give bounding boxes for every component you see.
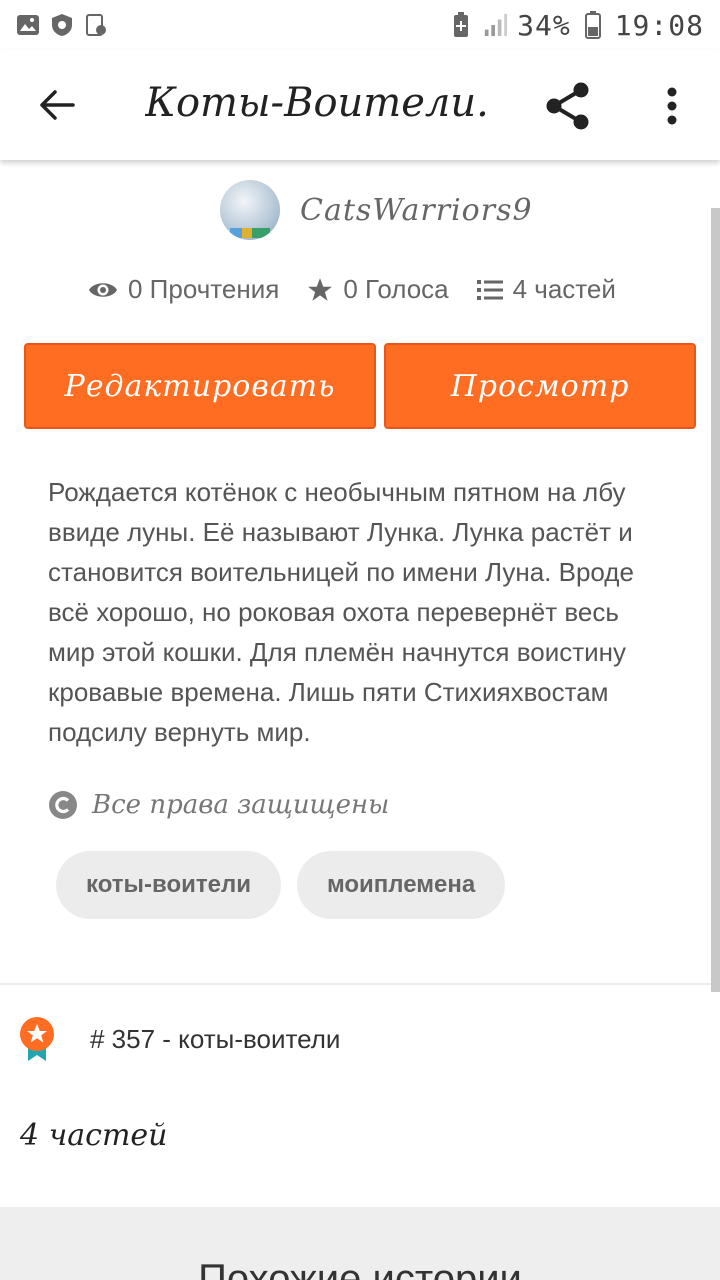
back-button[interactable] [32, 80, 82, 130]
parts-count: 4 частей [512, 274, 616, 304]
divider [0, 983, 711, 985]
list-icon [476, 279, 503, 300]
battery-saver-icon [449, 12, 473, 37]
page-title: Коты-Воители. П... [145, 80, 495, 126]
share-icon [546, 82, 589, 130]
more-vert-icon [667, 87, 677, 125]
copyright-icon [49, 791, 77, 819]
copyright-row: Все права защищены [48, 790, 389, 820]
ranking-badge-icon [20, 1017, 54, 1061]
votes-stat: 0 Голоса [307, 274, 449, 305]
clock: 19:08 [614, 8, 704, 42]
tag-chip[interactable]: моиплемена [296, 851, 506, 919]
reads-count: 0 Прочтения [128, 274, 280, 304]
reads-stat: 0 Прочтения [88, 274, 279, 305]
view-button[interactable]: Просмотр [384, 343, 696, 429]
scrollbar[interactable] [711, 208, 720, 992]
gallery-icon [16, 13, 40, 37]
more-options-button[interactable] [650, 78, 694, 134]
status-right: 34% 19:08 [449, 9, 704, 42]
tag-chip[interactable]: коты-воители [56, 851, 281, 919]
app-bar: Коты-Воители. П... [0, 50, 720, 160]
edit-button[interactable]: Редактировать [24, 343, 376, 429]
avatar[interactable] [220, 180, 280, 240]
votes-count: 0 Голоса [343, 274, 449, 304]
ranking-row[interactable]: # 357 - коты-воители [18, 1016, 340, 1062]
eye-icon [89, 282, 117, 297]
status-bar: 34% 19:08 [0, 0, 720, 50]
parts-header: 4 частей [20, 1118, 168, 1153]
story-stats: 0 Прочтения 0 Голоса 4 частей [88, 274, 644, 305]
ranking-text[interactable]: # 357 - коты-воители [90, 1024, 340, 1055]
battery-icon [581, 11, 605, 39]
avatar-badge [230, 228, 270, 238]
signal-icon [483, 13, 508, 37]
battery-percent: 34% [517, 8, 571, 42]
star-icon [308, 277, 333, 301]
parts-stat: 4 частей [476, 274, 616, 305]
author-row[interactable]: CatsWarriors9 [220, 180, 533, 240]
status-left [16, 13, 108, 37]
copyright-text: Все права защищены [92, 790, 390, 820]
sim-icon [84, 13, 108, 37]
tag-list: коты-воители моиплемена [56, 851, 506, 919]
share-button[interactable] [540, 78, 596, 134]
similar-stories-title: Похожие истории [198, 1257, 522, 1280]
author-name[interactable]: CatsWarriors9 [300, 193, 533, 228]
story-description: Рождается котёнок с необычным пятном на … [48, 477, 634, 747]
shield-icon [50, 13, 74, 37]
similar-stories-section: Похожие истории [0, 1207, 720, 1280]
back-arrow-icon [40, 90, 75, 120]
